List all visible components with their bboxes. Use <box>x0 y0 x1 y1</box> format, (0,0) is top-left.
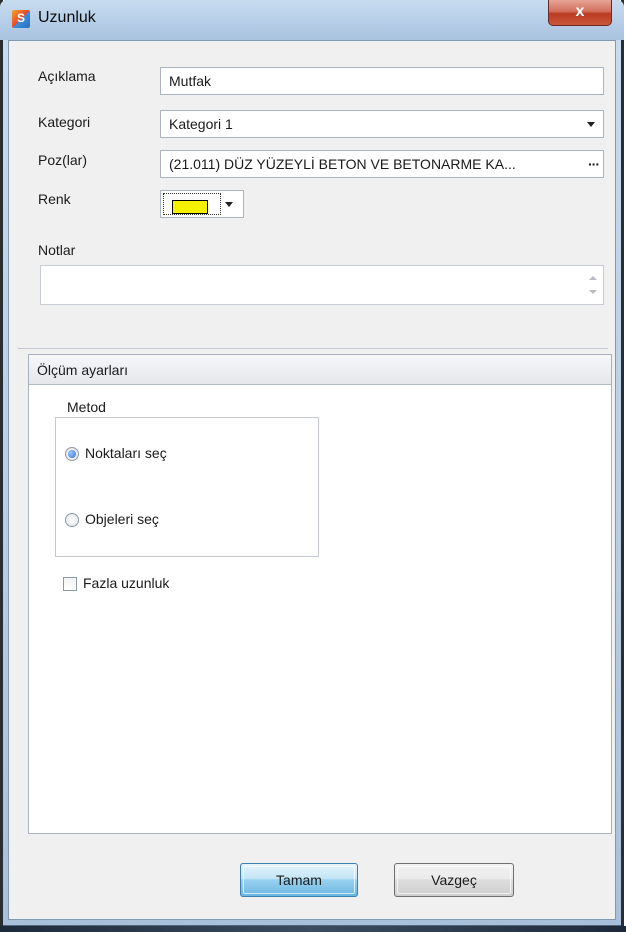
color-focus-rect <box>163 193 221 215</box>
poz-input[interactable]: (21.011) DÜZ YÜZEYLİ BETON VE BETONARME … <box>160 150 604 178</box>
fazla-uzunluk-checkbox[interactable] <box>63 577 77 591</box>
kategori-label: Kategori <box>38 114 91 130</box>
taskbar-strip <box>0 926 626 932</box>
kategori-select[interactable]: Kategori 1 <box>160 110 604 138</box>
measurement-settings-panel: Ölçüm ayarları Metod Noktaları seç Objel… <box>28 354 612 834</box>
radio-objeleri-sec[interactable] <box>65 513 79 527</box>
aciklama-value: Mutfak <box>169 73 212 89</box>
notlar-label: Notlar <box>38 242 76 258</box>
method-title: Metod <box>65 399 108 415</box>
chevron-down-icon <box>587 122 595 127</box>
notlar-textarea[interactable] <box>40 265 604 305</box>
window-border-right <box>621 0 624 926</box>
method-groupbox <box>55 417 319 557</box>
cancel-button-label: Vazgeç <box>431 872 477 888</box>
fazla-uzunluk-label[interactable]: Fazla uzunluk <box>83 575 169 591</box>
cancel-button[interactable]: Vazgeç <box>394 863 514 897</box>
poz-value: (21.011) DÜZ YÜZEYLİ BETON VE BETONARME … <box>169 156 516 172</box>
option-objeleri-sec-label[interactable]: Objeleri seç <box>85 511 159 527</box>
title-bar[interactable]: S Uzunluk x <box>0 0 624 40</box>
app-icon: S <box>12 10 30 28</box>
measurement-settings-header: Ölçüm ayarları <box>29 355 611 385</box>
window-title: Uzunluk <box>38 9 96 26</box>
ok-button[interactable]: Tamam <box>240 863 358 897</box>
poz-label: Poz(lar) <box>38 152 88 168</box>
close-icon: x <box>575 3 585 20</box>
radio-noktalari-sec[interactable] <box>65 447 79 461</box>
ellipsis-icon[interactable]: ··· <box>588 151 600 177</box>
notlar-scroll-spinner[interactable] <box>581 266 603 304</box>
ok-button-label: Tamam <box>276 872 322 888</box>
close-button[interactable]: x <box>548 0 612 26</box>
scroll-down-icon[interactable] <box>589 290 597 294</box>
aciklama-input[interactable]: Mutfak <box>160 67 604 95</box>
kategori-value: Kategori 1 <box>169 116 233 132</box>
section-divider <box>18 348 608 349</box>
window-border-left <box>0 0 3 926</box>
color-picker[interactable] <box>160 190 244 218</box>
color-swatch <box>172 200 208 214</box>
aciklama-label: Açıklama <box>38 68 96 84</box>
renk-label: Renk <box>38 191 71 207</box>
scroll-up-icon[interactable] <box>589 276 597 280</box>
option-noktalari-sec-label[interactable]: Noktaları seç <box>85 445 167 461</box>
chevron-down-icon[interactable] <box>225 202 233 207</box>
